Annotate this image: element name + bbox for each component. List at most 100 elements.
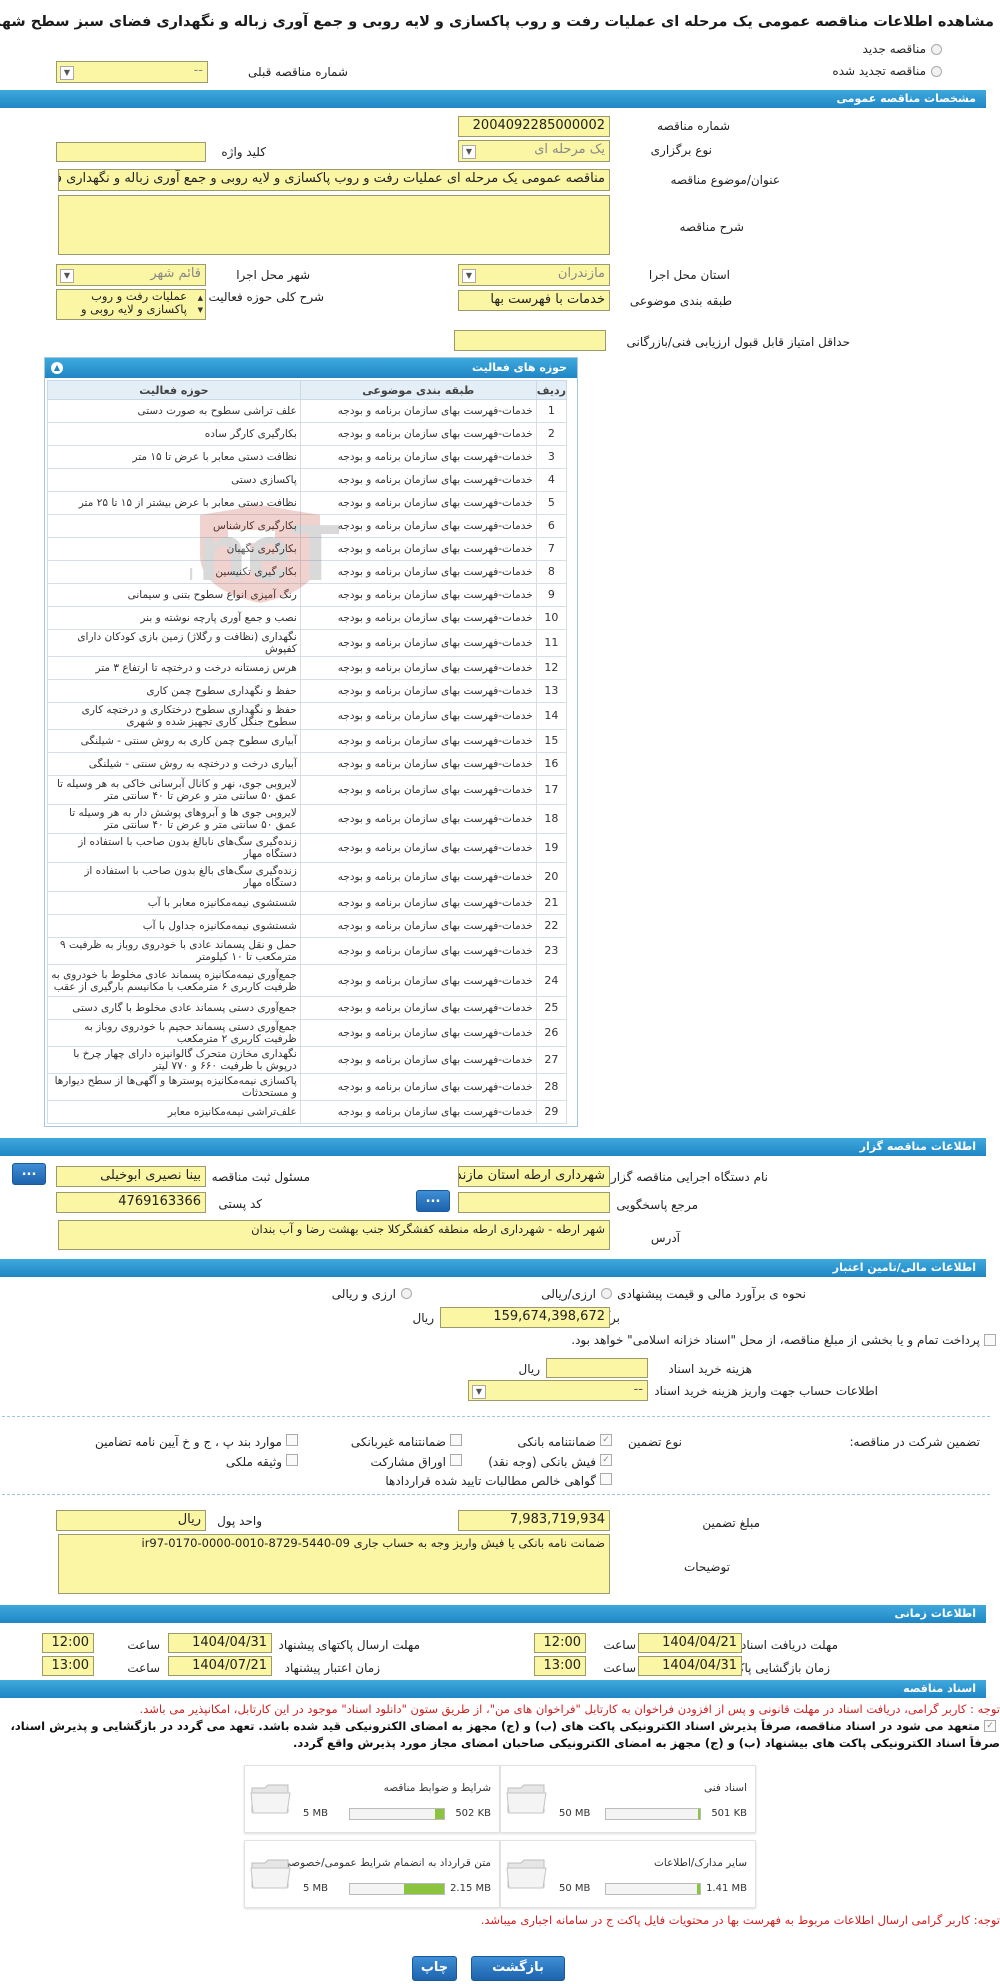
guarantee-desc-field: ضمانت نامه بانکی یا فیش واریز وجه به حسا…: [58, 1534, 610, 1594]
row-number: 17: [535, 775, 568, 805]
row-category: خدمات-فهرست بهای سازمان برنامه و بودجه: [299, 1073, 537, 1101]
row-category: خدمات-فهرست بهای سازمان برنامه و بودجه: [299, 996, 537, 1020]
return-button[interactable]: بازگشت: [471, 1956, 565, 1981]
document-file-card[interactable]: سایر مدارک/اطلاعات 1.41 MB 50 MB: [500, 1840, 756, 1908]
radio-currency-rial[interactable]: [401, 1288, 412, 1299]
opt-property-checkbox[interactable]: [286, 1454, 298, 1466]
section-timing: اطلاعات زمانی: [0, 1605, 986, 1623]
row-category: خدمات-فهرست بهای سازمان برنامه و بودجه: [299, 468, 537, 492]
reference-lookup-button[interactable]: ...: [416, 1190, 450, 1212]
document-size-bar: [605, 1883, 701, 1895]
city-label: شهر محل اجرا: [236, 268, 310, 282]
row-number: 9: [535, 583, 568, 607]
table-row: 15 خدمات-فهرست بهای سازمان برنامه و بودجه…: [47, 729, 568, 753]
estimate-method-label: نحوه ی برآورد مالی و قیمت پیشنهادی: [617, 1287, 806, 1301]
address-field: شهر ارطه - شهرداری ارطه منطقه کفشگرکلا ج…: [58, 1220, 610, 1250]
row-activity: آبیاری سطوح چمن کاری به روش سنتی - شیلنگ…: [47, 729, 301, 753]
row-category: خدمات-فهرست بهای سازمان برنامه و بودجه: [299, 514, 537, 538]
row-category: خدمات-فهرست بهای سازمان برنامه و بودجه: [299, 833, 537, 863]
section-organizer: اطلاعات مناقصه گزار: [0, 1138, 986, 1156]
holding-type-label: نوع برگزاری: [650, 143, 712, 157]
row-activity: بکار گیری تکنیسین: [47, 560, 301, 584]
radio-renewed-tender[interactable]: [931, 66, 942, 77]
document-file-card[interactable]: متن قرارداد به انضمام شرایط عمومی/خصوصی 2…: [244, 1840, 500, 1908]
opt-nonbank-guarantee-checkbox[interactable]: [450, 1434, 462, 1446]
city-select[interactable]: قائم شهر ▼: [56, 264, 206, 286]
page-title: مشاهده اطلاعات مناقصه عمومی یک مرحله ای …: [0, 14, 994, 30]
row-activity: علف تراشی سطوح به صورت دستی: [47, 399, 301, 423]
document-file-card[interactable]: شرایط و ضوابط مناقصه 502 KB 5 MB: [244, 1765, 500, 1833]
reference-field: [458, 1192, 610, 1213]
row-category: خدمات-فهرست بهای سازمان برنامه و بودجه: [299, 891, 537, 915]
province-value: مازندران: [557, 266, 605, 281]
opt-cash-checkbox[interactable]: ✓: [600, 1454, 612, 1466]
opening-time-label: ساعت: [603, 1661, 636, 1675]
print-button[interactable]: چاپ: [412, 1956, 457, 1981]
section-general: مشخصات مناقصه عمومی: [0, 90, 986, 108]
document-size-fill: [697, 1884, 700, 1894]
document-file-name: سایر مدارک/اطلاعات: [654, 1857, 747, 1869]
treasury-checkbox[interactable]: [984, 1334, 996, 1346]
document-max-size: 5 MB: [303, 1883, 329, 1894]
responsible-lookup-button[interactable]: ...: [12, 1163, 46, 1185]
radio-new-tender[interactable]: [931, 44, 942, 55]
table-row: 2 خدمات-فهرست بهای سازمان برنامه و بودجه ب…: [47, 422, 568, 446]
row-activity: پاکسازی دستی: [47, 468, 301, 492]
row-activity: هرس زمستانه درخت و درختچه تا ارتفاع ۳ مت…: [47, 656, 301, 680]
keyword-field[interactable]: [56, 142, 206, 162]
row-category: خدمات-فهرست بهای سازمان برنامه و بودجه: [299, 775, 537, 805]
province-select[interactable]: مازندران ▼: [458, 264, 610, 286]
address-label: آدرس: [650, 1231, 680, 1245]
prev-tender-select[interactable]: -- ▼: [56, 61, 208, 83]
chevron-down-icon: ▼: [462, 269, 476, 283]
row-activity: حفظ و نگهداری سطوح چمن کاری: [47, 679, 301, 703]
row-category: خدمات-فهرست بهای سازمان برنامه و بودجه: [299, 702, 537, 730]
activities-table: ردیف طبقه بندی موضوعی حوزه فعالیت 1 خدمات…: [47, 380, 568, 1124]
label-renewed-tender: مناقصه تجدید شده: [832, 64, 926, 78]
row-number: 20: [535, 862, 568, 892]
account-value: --: [633, 1382, 643, 1397]
row-category: خدمات-فهرست بهای سازمان برنامه و بودجه: [299, 729, 537, 753]
subject-label: عنوان/موضوع مناقصه: [670, 173, 780, 187]
opt-clauses-checkbox[interactable]: [286, 1434, 298, 1446]
opt-receivables-checkbox[interactable]: [600, 1473, 612, 1485]
table-row: 22 خدمات-فهرست بهای سازمان برنامه و بودجه…: [47, 914, 568, 938]
divider: [2, 1494, 990, 1495]
description-field: [58, 195, 610, 255]
row-number: 25: [535, 996, 568, 1020]
commitment-checkbox[interactable]: ✓: [984, 1720, 996, 1732]
section-financial: اطلاعات مالی/تامین اعتبار: [0, 1259, 986, 1277]
row-activity: نصب و جمع آوری پارچه نوشته و بنر: [47, 606, 301, 630]
keyword-label: کلید واژه: [221, 145, 266, 159]
subject-field: مناقصه عمومی یک مرحله ای عملیات رفت و رو…: [58, 169, 610, 191]
document-max-size: 5 MB: [303, 1808, 329, 1819]
row-number: 28: [535, 1073, 568, 1101]
document-size-fill: [404, 1884, 444, 1894]
document-file-size: 1.41 MB: [706, 1883, 747, 1894]
row-activity: بکارگیری کارگر ساده: [47, 422, 301, 446]
document-file-card[interactable]: اسناد فنی 501 KB 50 MB: [500, 1765, 756, 1833]
postal-code-label: کد پستی: [218, 1197, 263, 1211]
send-offers-label: مهلت ارسال پاکتهای پیشنهاد: [278, 1638, 420, 1652]
opt-bonds-checkbox[interactable]: [450, 1454, 462, 1466]
row-category: خدمات-فهرست بهای سازمان برنامه و بودجه: [299, 629, 537, 657]
chevron-down-icon: ▼: [472, 1385, 486, 1399]
document-file-name: متن قرارداد به انضمام شرایط عمومی/خصوصی: [282, 1857, 491, 1869]
account-select[interactable]: -- ▼: [468, 1380, 648, 1401]
row-category: خدمات-فهرست بهای سازمان برنامه و بودجه: [299, 606, 537, 630]
row-activity: بکارگیری نگهبان: [47, 537, 301, 561]
collapse-icon[interactable]: ▲: [51, 362, 63, 374]
radio-rial[interactable]: [601, 1288, 612, 1299]
doc-cost-label: هزینه خرید اسناد: [668, 1362, 752, 1376]
row-activity: جمع‌آوری دستی پسماند حجیم با خودروی روبا…: [47, 1019, 301, 1047]
row-number: 14: [535, 702, 568, 730]
activity-summary-field[interactable]: عملیات رفت و روب پاکسازی و لایه روبی و ▲…: [56, 289, 206, 320]
table-row: 28 خدمات-فهرست بهای سازمان برنامه و بودجه…: [47, 1073, 568, 1101]
prev-tender-label: شماره مناقصه قبلی: [248, 65, 348, 79]
scroll-down-icon[interactable]: ▼: [198, 304, 203, 317]
table-row: 17 خدمات-فهرست بهای سازمان برنامه و بودجه…: [47, 775, 568, 805]
holding-type-select[interactable]: یک مرحله ای ▼: [458, 140, 610, 162]
row-activity: آبیاری درخت و درختچه به روش سنتی - شیلنگ…: [47, 752, 301, 776]
docs-note-commit: متعهد می شود در اسناد مناقصه، صرفاً پذیر…: [10, 1719, 980, 1733]
opt-bank-guarantee-checkbox[interactable]: ✓: [600, 1434, 612, 1446]
